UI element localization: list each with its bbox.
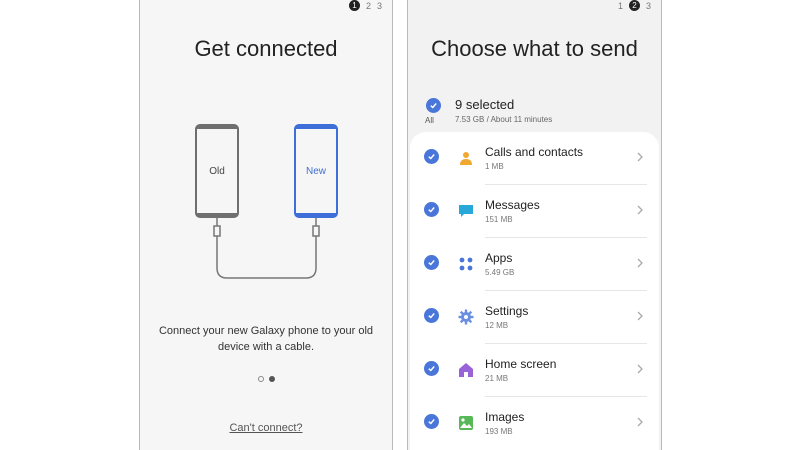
chevron-right-icon xyxy=(637,364,643,374)
chevron-right-icon xyxy=(637,258,643,268)
list-item-settings[interactable]: Settings 12 MB xyxy=(410,291,659,344)
select-all-checkbox[interactable] xyxy=(426,98,441,113)
list-item-apps[interactable]: Apps 5.49 GB xyxy=(410,238,659,291)
item-label: Images xyxy=(485,410,525,424)
step-indicator: 1 2 3 xyxy=(618,0,651,11)
step-1: 1 xyxy=(617,0,623,11)
item-label: Home screen xyxy=(485,357,557,371)
instruction-text: Connect your new Galaxy phone to your ol… xyxy=(158,325,374,353)
checkmark-icon xyxy=(428,313,435,319)
item-checkbox[interactable] xyxy=(424,361,439,376)
get-connected-screen: 1 2 3 Get connected Old New Connect your… xyxy=(139,0,393,450)
apps-grid-icon xyxy=(457,255,475,273)
item-checkbox[interactable] xyxy=(424,149,439,164)
message-icon xyxy=(457,202,475,220)
chevron-right-icon xyxy=(637,417,643,427)
cant-connect-link[interactable]: Can't connect? xyxy=(140,422,392,434)
item-size: 193 MB xyxy=(485,427,513,436)
gear-icon xyxy=(457,308,475,326)
selected-size: 7.53 GB / About 11 minutes xyxy=(455,115,553,124)
page-dot-1 xyxy=(257,376,264,382)
item-size: 12 MB xyxy=(485,321,509,330)
item-size: 21 MB xyxy=(485,374,509,383)
list-item-messages[interactable]: Messages 151 MB xyxy=(410,185,659,238)
page-dot-2 xyxy=(268,376,275,382)
new-phone-label: New xyxy=(305,165,326,177)
item-checkbox[interactable] xyxy=(424,414,439,429)
usb-cable-illustration xyxy=(213,218,320,279)
step-3: 3 xyxy=(645,0,651,11)
item-checkbox[interactable] xyxy=(424,255,439,270)
list-item-images[interactable]: Images 193 MB xyxy=(410,397,659,450)
list-item-calls-and-contacts[interactable]: Calls and contacts 1 MB xyxy=(410,132,659,185)
checkmark-icon xyxy=(428,366,435,372)
page-indicator xyxy=(140,376,392,382)
checkmark-icon xyxy=(428,154,435,160)
chevron-right-icon xyxy=(637,152,643,162)
chevron-right-icon xyxy=(637,311,643,321)
item-label: Calls and contacts xyxy=(485,145,584,159)
checkmark-icon xyxy=(428,207,435,213)
checkmark-icon xyxy=(428,260,435,266)
item-label: Apps xyxy=(485,251,513,265)
item-size: 5.49 GB xyxy=(485,268,515,277)
contact-icon xyxy=(457,149,475,167)
old-phone-label: Old xyxy=(209,165,225,177)
image-icon xyxy=(457,414,475,432)
item-size: 151 MB xyxy=(485,215,513,224)
step-2: 2 xyxy=(628,0,640,11)
item-checkbox[interactable] xyxy=(424,308,439,323)
new-phone-illustration: New xyxy=(294,124,338,218)
page-title: Choose what to send xyxy=(431,36,638,61)
select-all-label: All xyxy=(425,116,434,125)
item-checkbox[interactable] xyxy=(424,202,439,217)
category-list: Calls and contacts 1 MB Messages 151 MB … xyxy=(410,132,659,450)
home-icon xyxy=(457,361,475,379)
chevron-right-icon xyxy=(637,205,643,215)
choose-what-to-send-screen: 1 2 3 Choose what to send All 9 selected… xyxy=(407,0,662,450)
checkmark-icon xyxy=(428,419,435,425)
selected-count: 9 selected xyxy=(455,97,515,112)
old-phone-illustration: Old xyxy=(195,124,239,218)
select-all-summary: All 9 selected 7.53 GB / About 11 minute… xyxy=(420,96,651,130)
list-item-home-screen[interactable]: Home screen 21 MB xyxy=(410,344,659,397)
item-label: Messages xyxy=(485,198,540,212)
item-label: Settings xyxy=(485,304,529,318)
checkmark-icon xyxy=(430,103,437,109)
item-size: 1 MB xyxy=(485,162,504,171)
